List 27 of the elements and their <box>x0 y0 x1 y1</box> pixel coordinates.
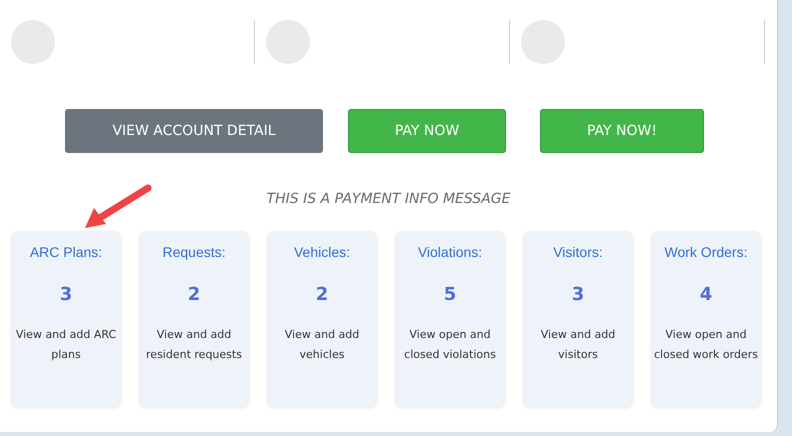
card-title: ARC Plans: <box>30 244 102 260</box>
summary-card[interactable]: Requests: 2 View and add resident requests <box>139 231 249 407</box>
card-title: Requests: <box>162 244 226 260</box>
card-count: 2 <box>316 284 328 305</box>
annotation-arrow <box>82 182 154 230</box>
summary-card[interactable]: Vehicles: 2 View and add vehicles <box>267 231 377 407</box>
card-count: 3 <box>60 284 72 305</box>
card-description: View open and closed work orders <box>654 327 758 363</box>
card-count: 5 <box>444 284 456 305</box>
payment-info-message: THIS IS A PAYMENT INFO MESSAGE <box>266 191 510 207</box>
summary-card[interactable]: Violations: 5 View open and closed violations <box>395 231 505 407</box>
card-description: View and add vehicles <box>284 327 360 363</box>
summary-card[interactable]: ARC Plans: 3 View and add ARC plans <box>11 231 121 407</box>
card-title: Vehicles: <box>294 244 350 260</box>
card-title: Visitors: <box>553 244 603 260</box>
card-count: 3 <box>572 284 584 305</box>
summary-card[interactable]: Work Orders: 4 View open and closed work orders <box>651 231 761 407</box>
card-description: View open and closed violations <box>403 327 497 363</box>
card-description: View and add visitors <box>540 327 616 363</box>
action-button[interactable]: VIEW ACCOUNT DETAIL <box>65 109 323 153</box>
summary-card[interactable]: Visitors: 3 View and add visitors <box>523 231 633 407</box>
card-title: Work Orders: <box>664 244 748 260</box>
card-description: View and add ARC plans <box>14 327 118 363</box>
card-count: 2 <box>188 284 200 305</box>
card-title: Violations: <box>418 244 482 260</box>
card-description: View and add resident requests <box>145 327 243 363</box>
card-count: 4 <box>700 284 712 305</box>
